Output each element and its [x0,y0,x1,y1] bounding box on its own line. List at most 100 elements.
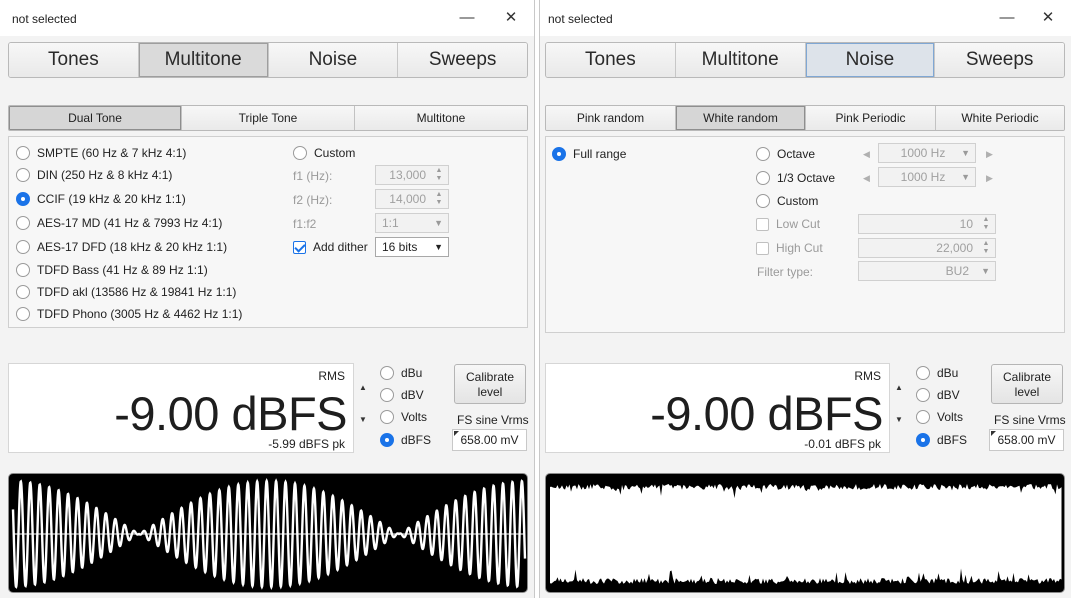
dither-bits-select[interactable]: 16 bits ▼ [375,237,449,257]
octave-radio[interactable]: Octave [756,147,815,161]
left-titlebar: not selected — ✕ [0,0,534,36]
spinner-icon[interactable]: ▲ ▼ [979,240,993,256]
subtab-dual-tone[interactable]: Dual Tone [9,106,182,130]
preset-tdfd-bass[interactable]: TDFD Bass (41 Hz & 89 Hz 1:1) [16,263,208,277]
tab-tones[interactable]: Tones [9,43,139,77]
radio-selected-icon [552,147,566,161]
full-range-radio[interactable]: Full range [552,147,626,161]
up-arrow-icon[interactable]: ▲ [892,380,906,396]
down-arrow-icon[interactable]: ▼ [356,412,370,428]
tab-noise[interactable]: Noise [268,43,399,77]
ratio-value: 1:1 [382,216,399,230]
f2-input[interactable]: 14,000 ▲ ▼ [375,189,449,209]
chevron-left-icon[interactable]: ◀ [863,173,870,184]
low-cut-checkbox[interactable]: Low Cut [756,217,820,231]
chevron-right-icon[interactable]: ▶ [986,149,993,160]
spinner-icon[interactable]: ▲ ▼ [432,191,446,207]
ratio-label: f1:f2 [293,217,317,231]
preset-label: AES-17 DFD (18 kHz & 20 kHz 1:1) [37,240,228,254]
subtab-pink-random[interactable]: Pink random [546,106,676,130]
tab-sweeps[interactable]: Sweeps [398,43,527,77]
add-dither-checkbox[interactable]: Add dither [293,240,368,254]
left-sub-tabs: Dual Tone Triple Tone Multitone [8,105,528,131]
calibrate-level-button[interactable]: Calibrate level [991,364,1063,404]
subtab-white-random[interactable]: White random [676,106,806,130]
level-value[interactable]: -9.00 dBFS [114,386,347,441]
right-main-tabs: Tones Multitone Noise Sweeps [545,42,1065,78]
subtab-white-periodic[interactable]: White Periodic [936,106,1064,130]
f2-label: f2 (Hz): [293,193,333,207]
level-spinner[interactable]: ▲ ▼ [356,380,370,428]
third-octave-radio[interactable]: 1/3 Octave [756,171,835,185]
minimize-button[interactable]: — [995,7,1019,29]
f2-value: 14,000 [389,192,426,206]
preset-aes17-md[interactable]: AES-17 MD (41 Hz & 7993 Hz 4:1) [16,216,222,230]
filter-type-select[interactable]: BU2 ▼ [858,261,996,281]
low-cut-label: Low Cut [776,217,821,231]
unit-dbu[interactable]: dBu [380,366,422,380]
high-cut-checkbox[interactable]: High Cut [756,241,823,255]
chevron-right-icon[interactable]: ▶ [986,173,993,184]
chevron-down-icon: ▼ [434,218,443,228]
unit-label: dBu [937,366,959,380]
subtab-multitone[interactable]: Multitone [355,106,527,130]
down-arrow-icon[interactable]: ▼ [892,412,906,428]
spinner-icon[interactable]: ▲ ▼ [979,216,993,232]
unit-dbfs[interactable]: dBFS [916,433,967,447]
low-cut-input[interactable]: 10 ▲ ▼ [858,214,996,234]
fs-sine-vrms-label: FS sine Vrms [994,413,1066,427]
radio-icon [16,146,30,160]
tab-noise[interactable]: Noise [805,43,936,77]
chevron-down-icon: ▼ [961,172,970,182]
preset-ccif[interactable]: CCIF (19 kHz & 20 kHz 1:1) [16,192,186,206]
octave-select[interactable]: 1000 Hz ▼ [878,143,976,163]
unit-dbv[interactable]: dBV [916,388,960,402]
unit-dbfs[interactable]: dBFS [380,433,431,447]
preset-label: CCIF (19 kHz & 20 kHz 1:1) [37,192,186,206]
radio-icon [16,216,30,230]
preset-tdfd-akl[interactable]: TDFD akl (13586 Hz & 19841 Hz 1:1) [16,285,236,299]
high-cut-input[interactable]: 22,000 ▲ ▼ [858,238,996,258]
level-value[interactable]: -9.00 dBFS [650,386,883,441]
level-spinner[interactable]: ▲ ▼ [892,380,906,428]
f1-input[interactable]: 13,000 ▲ ▼ [375,165,449,185]
close-button[interactable]: ✕ [1036,7,1060,29]
preset-aes17-dfd[interactable]: AES-17 DFD (18 kHz & 20 kHz 1:1) [16,240,227,254]
dither-value: 16 bits [382,240,418,254]
chevron-left-icon[interactable]: ◀ [863,149,870,160]
f1-value: 13,000 [389,168,426,182]
waveform-scope [545,473,1065,593]
unit-dbu[interactable]: dBu [916,366,958,380]
subtab-pink-periodic[interactable]: Pink Periodic [806,106,936,130]
unit-volts[interactable]: Volts [380,410,427,424]
up-arrow-icon[interactable]: ▲ [356,380,370,396]
spinner-icon[interactable]: ▲ ▼ [432,167,446,183]
custom-label: Custom [777,194,819,208]
subtab-triple-tone[interactable]: Triple Tone [182,106,355,130]
custom-filter-radio[interactable]: Custom [756,194,818,208]
preset-din[interactable]: DIN (250 Hz & 8 kHz 4:1) [16,168,172,182]
fs-sine-vrms-input[interactable]: 658.00 mV [989,429,1064,451]
minimize-button[interactable]: — [455,7,479,29]
dual-tone-trace [11,477,527,591]
chevron-down-icon: ▼ [961,148,970,158]
tab-multitone[interactable]: Multitone [675,43,806,77]
radio-selected-icon [16,192,30,206]
custom-label: Custom [314,146,356,160]
preset-tdfd-phono[interactable]: TDFD Phono (3005 Hz & 4462 Hz 1:1) [16,307,242,321]
third-octave-select[interactable]: 1000 Hz ▼ [878,167,976,187]
unit-dbv[interactable]: dBV [380,388,424,402]
fs-sine-vrms-input[interactable]: 658.00 mV [452,429,527,451]
calibrate-level-button[interactable]: Calibrate level [454,364,526,404]
tab-sweeps[interactable]: Sweeps [935,43,1064,77]
unit-volts[interactable]: Volts [916,410,963,424]
close-button[interactable]: ✕ [499,7,523,29]
tab-tones[interactable]: Tones [546,43,676,77]
right-generator-window: not selected — ✕ Tones Multitone Noise S… [539,0,1071,598]
ratio-select[interactable]: 1:1 ▼ [375,213,449,233]
left-main-tabs: Tones Multitone Noise Sweeps [8,42,528,78]
tab-multitone[interactable]: Multitone [138,43,269,77]
preset-custom[interactable]: Custom [293,146,355,160]
preset-smpte[interactable]: SMPTE (60 Hz & 7 kHz 4:1) [16,146,186,160]
radio-icon [756,194,770,208]
